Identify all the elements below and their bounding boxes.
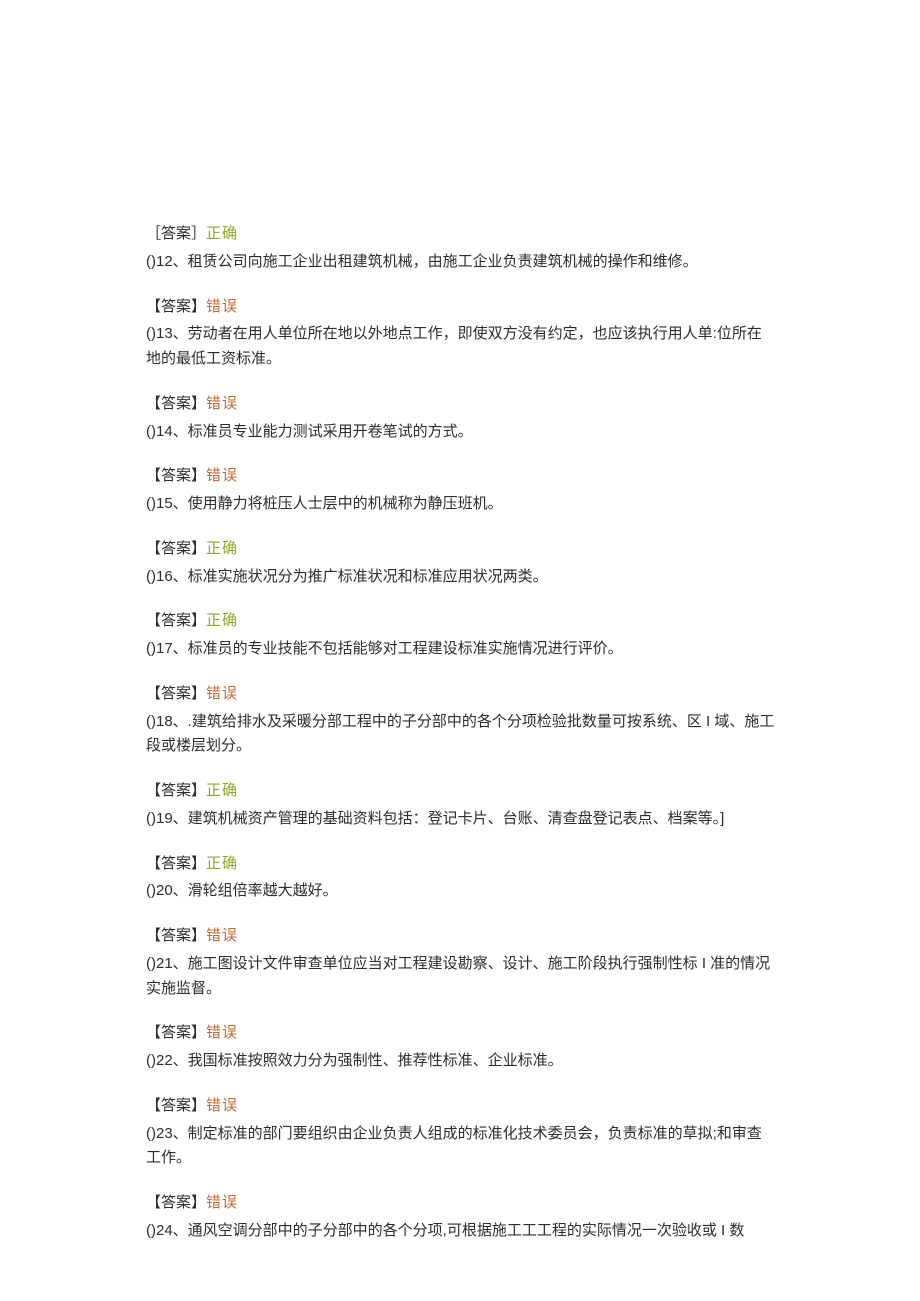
answer-line: 【答案】错误 <box>146 1191 775 1216</box>
question-text: ()24、通风空调分部中的子分部中的各个分项,可根据施工工工程的实际情况一次验收… <box>146 1219 775 1244</box>
qa-block: 【答案】错误 ()22、我国标准按照效力分为强制性、推荐性标准、企业标准。 <box>146 1021 775 1074</box>
answer-value-wrong: 错误 <box>206 1024 238 1041</box>
qa-block: 【答案】错误 ()18、.建筑给排水及采暖分部工程中的子分部中的各个分项检验批数量… <box>146 682 775 759</box>
answer-value-correct: 正确 <box>206 782 238 799</box>
answer-value-wrong: 错误 <box>206 467 238 484</box>
qa-block: 【答案】正确 ()17、标准员的专业技能不包括能够对工程建设标准实施情况进行评价。 <box>146 609 775 662</box>
answer-value-wrong: 错误 <box>206 298 238 315</box>
answer-value-correct: 正确 <box>206 612 238 629</box>
question-text: ()22、我国标准按照效力分为强制性、推荐性标准、企业标准。 <box>146 1049 775 1074</box>
answer-line: 【答案】错误 <box>146 682 775 707</box>
question-text: ()19、建筑机械资产管理的基础资料包括：登记卡片、台账、清查盘登记表点、档案等… <box>146 807 775 832</box>
answer-label: ［答案］ <box>146 225 206 242</box>
qa-block: 【答案】正确 ()16、标准实施状况分为推广标准状况和标准应用状况两类。 <box>146 537 775 590</box>
answer-value-wrong: 错误 <box>206 1097 238 1114</box>
answer-value-correct: 正确 <box>206 225 238 242</box>
answer-value-wrong: 错误 <box>206 685 238 702</box>
qa-block: 【答案】错误 ()24、通风空调分部中的子分部中的各个分项,可根据施工工工程的实际… <box>146 1191 775 1244</box>
answer-value-wrong: 错误 <box>206 1194 238 1211</box>
answer-value-correct: 正确 <box>206 855 238 872</box>
question-text: ()13、劳动者在用人单位所在地以外地点工作，即使双方没有约定，也应该执行用人单… <box>146 322 775 372</box>
answer-label: 【答案】 <box>146 540 206 557</box>
answer-line: 【答案】错误 <box>146 295 775 320</box>
question-text: ()18、.建筑给排水及采暖分部工程中的子分部中的各个分项检验批数量可按系统、区… <box>146 710 775 760</box>
answer-label: 【答案】 <box>146 612 206 629</box>
question-text: ()14、标准员专业能力测试采用开卷笔试的方式。 <box>146 420 775 445</box>
qa-block: 【答案】错误 ()14、标准员专业能力测试采用开卷笔试的方式。 <box>146 392 775 445</box>
qa-block: 【答案】正确()20、滑轮组倍率越大越好。 <box>146 852 775 905</box>
answer-value-wrong: 错误 <box>206 927 238 944</box>
question-text: ()23、制定标准的部门要组织由企业负责人组成的标准化技术委员会，负责标准的草拟… <box>146 1122 775 1172</box>
answer-label: 【答案】 <box>146 298 206 315</box>
answer-line: 【答案】错误 <box>146 924 775 949</box>
answer-value-wrong: 错误 <box>206 395 238 412</box>
answer-line: 【答案】错误 <box>146 392 775 417</box>
qa-block: 【答案】错误 ()21、施工图设计文件审查单位应当对工程建设勘察、设计、施工阶段执… <box>146 924 775 1001</box>
answer-label: 【答案】 <box>146 855 206 872</box>
qa-block: 【答案】错误()13、劳动者在用人单位所在地以外地点工作，即使双方没有约定，也应… <box>146 295 775 372</box>
answer-line: 【答案】错误 <box>146 464 775 489</box>
question-text: ()12、租赁公司向施工企业出租建筑机械，由施工企业负责建筑机械的操作和维修。 <box>146 250 775 275</box>
answer-label: 【答案】 <box>146 1024 206 1041</box>
answer-label: 【答案】 <box>146 927 206 944</box>
qa-block: 【答案】正确 ()19、建筑机械资产管理的基础资料包括：登记卡片、台账、清查盘登记… <box>146 779 775 832</box>
answer-line: 【答案】错误 <box>146 1094 775 1119</box>
qa-block: 【答案】错误 ()15、使用静力将桩压人士层中的机械称为静压班机。 <box>146 464 775 517</box>
answer-line: 【答案】正确 <box>146 537 775 562</box>
answer-value-correct: 正确 <box>206 540 238 557</box>
answer-label: 【答案】 <box>146 685 206 702</box>
answer-label: 【答案】 <box>146 1097 206 1114</box>
answer-label: 【答案】 <box>146 1194 206 1211</box>
answer-line: 【答案】正确 <box>146 852 775 877</box>
answer-label: 【答案】 <box>146 782 206 799</box>
answer-line: ［答案］正确 <box>146 222 775 247</box>
answer-line: 【答案】正确 <box>146 609 775 634</box>
answer-label: 【答案】 <box>146 395 206 412</box>
question-text: ()17、标准员的专业技能不包括能够对工程建设标准实施情况进行评价。 <box>146 637 775 662</box>
qa-block: ［答案］正确 ()12、租赁公司向施工企业出租建筑机械，由施工企业负责建筑机械的操… <box>146 222 775 275</box>
question-text: ()21、施工图设计文件审查单位应当对工程建设勘察、设计、施工阶段执行强制性标 … <box>146 952 775 1002</box>
qa-block: 【答案】错误 ()23、制定标准的部门要组织由企业负责人组成的标准化技术委员会，负… <box>146 1094 775 1171</box>
answer-line: 【答案】错误 <box>146 1021 775 1046</box>
question-text: ()20、滑轮组倍率越大越好。 <box>146 879 775 904</box>
answer-line: 【答案】正确 <box>146 779 775 804</box>
question-text: ()16、标准实施状况分为推广标准状况和标准应用状况两类。 <box>146 565 775 590</box>
question-text: ()15、使用静力将桩压人士层中的机械称为静压班机。 <box>146 492 775 517</box>
answer-label: 【答案】 <box>146 467 206 484</box>
